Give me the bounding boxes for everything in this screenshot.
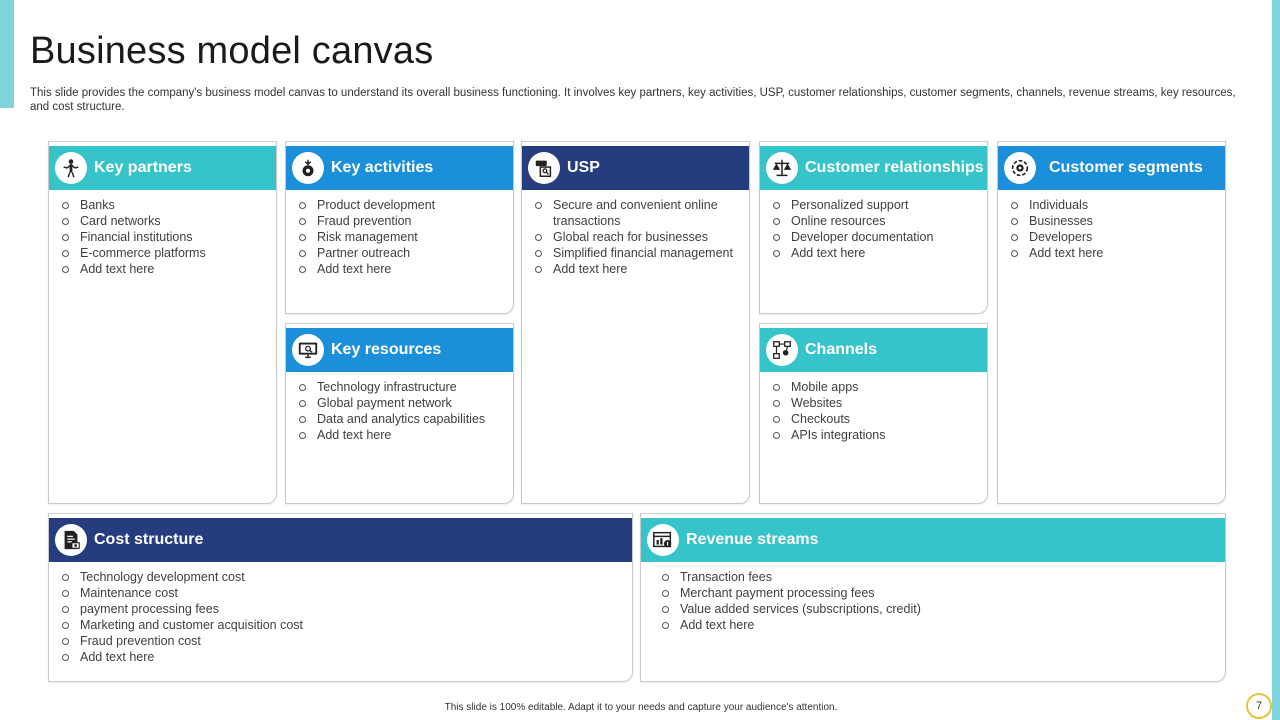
card-cost-structure: Cost structure Technology development co… xyxy=(48,513,633,682)
list-item: E-commerce platforms xyxy=(61,245,266,261)
card-header: Key resources xyxy=(286,328,513,372)
card-title: Key resources xyxy=(331,341,442,358)
card-title: Customer relationships xyxy=(805,159,984,176)
card-title: Key activities xyxy=(331,159,434,176)
card-key-resources: Key resources Technology infrastructure … xyxy=(285,323,514,504)
network-people-icon xyxy=(766,334,798,366)
list-item: Developers xyxy=(1010,229,1215,245)
card-title: USP xyxy=(567,159,600,176)
item-list: Banks Card networks Financial institutio… xyxy=(61,197,266,277)
monitor-search-icon xyxy=(292,334,324,366)
card-header: Channels xyxy=(760,328,987,372)
list-item: Technology development cost xyxy=(61,569,622,585)
list-item: Mobile apps xyxy=(772,379,977,395)
list-item: Add text here xyxy=(61,261,266,277)
list-item: Product development xyxy=(298,197,503,213)
card-usp: USP Secure and convenient online transac… xyxy=(521,141,750,504)
slide-title: Business model canvas xyxy=(30,30,434,72)
slide-footer: This slide is 100% editable. Adapt it to… xyxy=(444,702,838,713)
list-item: APIs integrations xyxy=(772,427,977,443)
list-item: Checkouts xyxy=(772,411,977,427)
list-item: Businesses xyxy=(1010,213,1215,229)
item-list: Technology development cost Maintenance … xyxy=(61,569,622,665)
card-key-partners: Key partners Banks Card networks Financi… xyxy=(48,141,277,504)
list-item: Financial institutions xyxy=(61,229,266,245)
list-item: Data and analytics capabilities xyxy=(298,411,503,427)
list-item: Maintenance cost xyxy=(61,585,622,601)
card-header: Revenue streams xyxy=(641,518,1225,562)
target-segments-icon xyxy=(1004,152,1036,184)
list-item: Merchant payment processing fees xyxy=(661,585,1215,601)
list-item: Value added services (subscriptions, cre… xyxy=(661,601,1215,617)
document-search-icon xyxy=(528,152,560,184)
list-item: Developer documentation xyxy=(772,229,977,245)
list-item: Add text here xyxy=(298,261,503,277)
slide-subtitle: This slide provides the company's busine… xyxy=(30,87,1236,113)
balance-scale-icon xyxy=(766,152,798,184)
list-item: Add text here xyxy=(534,261,739,277)
list-item: Card networks xyxy=(61,213,266,229)
card-title: Customer segments xyxy=(1049,159,1203,176)
card-title: Cost structure xyxy=(94,531,204,548)
list-item: Partner outreach xyxy=(298,245,503,261)
list-item: Add text here xyxy=(772,245,977,261)
list-item: Online resources xyxy=(772,213,977,229)
card-key-activities: Key activities Product development Fraud… xyxy=(285,141,514,314)
list-item: Fraud prevention cost xyxy=(61,633,622,649)
item-list: Mobile apps Websites Checkouts APIs inte… xyxy=(772,379,977,443)
card-header: Key activities xyxy=(286,146,513,190)
list-item: Transaction fees xyxy=(661,569,1215,585)
invoice-icon xyxy=(55,524,87,556)
list-item: Add text here xyxy=(1010,245,1215,261)
list-item: Marketing and customer acquisition cost xyxy=(61,617,622,633)
card-header: Customer segments xyxy=(998,146,1225,190)
item-list: Technology infrastructure Global payment… xyxy=(298,379,503,443)
right-accent-bar xyxy=(1272,0,1280,720)
list-item: payment processing fees xyxy=(61,601,622,617)
list-item: Global payment network xyxy=(298,395,503,411)
card-header: USP xyxy=(522,146,749,190)
list-item: Personalized support xyxy=(772,197,977,213)
list-item: Fraud prevention xyxy=(298,213,503,229)
list-item: Add text here xyxy=(661,617,1215,633)
page-number-badge: 7 xyxy=(1246,693,1272,719)
revenue-chart-icon xyxy=(647,524,679,556)
item-list: Transaction fees Merchant payment proces… xyxy=(661,569,1215,633)
list-item: Individuals xyxy=(1010,197,1215,213)
card-channels: Channels Mobile apps Websites Checkouts … xyxy=(759,323,988,504)
card-header: Key partners xyxy=(49,146,276,190)
list-item: Secure and convenient online transaction… xyxy=(534,197,739,229)
list-item: Global reach for businesses xyxy=(534,229,739,245)
list-item: Add text here xyxy=(61,649,622,665)
card-customer-relationships: Customer relationships Personalized supp… xyxy=(759,141,988,314)
list-item: Technology infrastructure xyxy=(298,379,503,395)
list-item: Websites xyxy=(772,395,977,411)
card-title: Channels xyxy=(805,341,878,358)
item-list: Individuals Businesses Developers Add te… xyxy=(1010,197,1215,261)
list-item: Banks xyxy=(61,197,266,213)
item-list: Secure and convenient online transaction… xyxy=(534,197,739,277)
card-header: Cost structure xyxy=(49,518,632,562)
activity-gear-icon xyxy=(292,152,324,184)
card-revenue-streams: Revenue streams Transaction fees Merchan… xyxy=(640,513,1226,682)
left-accent-bar xyxy=(0,0,14,108)
card-customer-segments: Customer segments Individuals Businesses… xyxy=(997,141,1226,504)
card-header: Customer relationships xyxy=(760,146,987,190)
list-item: Add text here xyxy=(298,427,503,443)
item-list: Product development Fraud prevention Ris… xyxy=(298,197,503,277)
card-title: Revenue streams xyxy=(686,531,819,548)
handshake-person-icon xyxy=(55,152,87,184)
item-list: Personalized support Online resources De… xyxy=(772,197,977,261)
card-title: Key partners xyxy=(94,159,192,176)
list-item: Simplified financial management xyxy=(534,245,739,261)
list-item: Risk management xyxy=(298,229,503,245)
